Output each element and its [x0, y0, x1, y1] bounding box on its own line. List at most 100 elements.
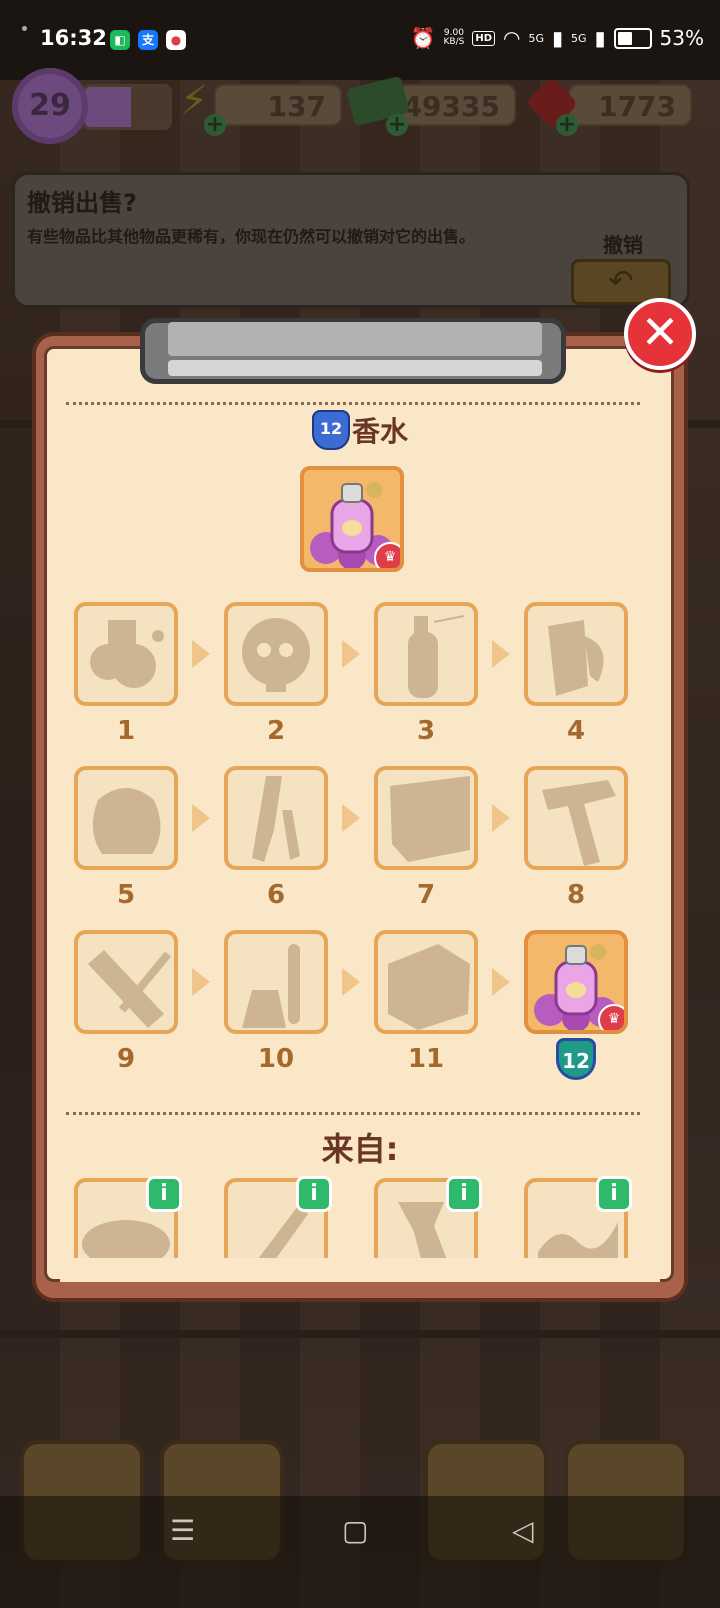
- chain-slot-4[interactable]: [524, 602, 628, 706]
- lightning-icon: ⚡: [180, 78, 209, 124]
- gems-counter[interactable]: 1773: [568, 84, 692, 126]
- divider: [66, 1112, 640, 1115]
- undo-arrow-icon: ↶: [608, 264, 634, 299]
- battery-icon: [613, 27, 652, 49]
- box-icon: [388, 944, 470, 1030]
- background-shelf: [0, 1330, 720, 1338]
- chevron-right-icon: [192, 968, 210, 996]
- chain-step-number: 11: [407, 1044, 445, 1074]
- item-preview[interactable]: ♛: [300, 466, 404, 572]
- chain-slot-10[interactable]: [224, 930, 328, 1034]
- player-level-badge[interactable]: 29: [12, 68, 88, 144]
- chain-step-number: 9: [116, 1044, 136, 1074]
- banner-title: 撤销出售?: [27, 189, 137, 217]
- undo-label: 撤销: [603, 233, 643, 257]
- back-nav-icon[interactable]: ◁: [512, 1514, 534, 1547]
- chain-slot-3[interactable]: [374, 602, 478, 706]
- hammer-icon: [542, 780, 616, 866]
- chain-step-number: 2: [266, 716, 286, 746]
- home-nav-icon[interactable]: ▢: [342, 1514, 368, 1547]
- item-name: 香水: [351, 415, 408, 448]
- xp-progress-fill: [85, 87, 132, 127]
- chain-slot-2[interactable]: [224, 602, 328, 706]
- hd-icon: HD: [472, 30, 495, 46]
- chevron-right-icon: [192, 640, 210, 668]
- map-pin-app-icon: ●: [166, 30, 186, 50]
- chain-slot-7[interactable]: [374, 766, 478, 870]
- clip-plate-shine: [168, 360, 542, 376]
- battery-percent: 53%: [659, 26, 704, 50]
- banner-description: 有些物品比其他物品更稀有，你现在仍然可以撤销对它的出售。: [27, 227, 476, 246]
- notification-dot: [22, 26, 27, 31]
- bottle-icon: [548, 620, 604, 696]
- add-energy-button[interactable]: +: [204, 114, 226, 136]
- brush-icon: [88, 950, 172, 1028]
- from-section-title: 来自:: [321, 1130, 399, 1168]
- info-button-2[interactable]: i: [296, 1176, 332, 1212]
- chain-step-number: 6: [266, 880, 286, 910]
- chain-step-number: 5: [116, 880, 136, 910]
- info-button-3[interactable]: i: [446, 1176, 482, 1212]
- spray-can-icon: [408, 615, 465, 698]
- chain-step-number: 10: [257, 1044, 295, 1074]
- net-speed-unit: KB/S: [443, 37, 465, 47]
- wifi-icon: ◠: [503, 26, 521, 50]
- info-button-1[interactable]: i: [146, 1176, 182, 1212]
- chevron-right-icon: [342, 968, 360, 996]
- final-level-shield: 12: [556, 1038, 596, 1080]
- crown-icon: ♛: [598, 1004, 624, 1030]
- net-speed: 9.00 KB/S: [444, 29, 465, 47]
- chain-step-number: 3: [416, 716, 436, 746]
- chain-step-number: 1: [116, 716, 136, 746]
- signal-5g-label: 5G: [528, 31, 544, 45]
- chevron-right-icon: [492, 640, 510, 668]
- cloth-icon: [390, 776, 470, 862]
- signal-5g-label-2: 5G: [571, 31, 587, 45]
- chevron-right-icon: [192, 804, 210, 832]
- item-title-row: 12 香水: [0, 410, 720, 450]
- cash-counter[interactable]: 49335: [398, 84, 516, 126]
- chevron-right-icon: [342, 640, 360, 668]
- skull-icon: [242, 618, 310, 692]
- signal-icon-2: ▮: [594, 26, 606, 50]
- cancel-sale-banner: 撤销出售? 有些物品比其他物品更稀有，你现在仍然可以撤销对它的出售。 撤销 ↶: [12, 172, 690, 308]
- alarm-icon: ⏰: [410, 26, 436, 50]
- signal-icon: ▮: [551, 26, 563, 50]
- chevron-right-icon: [492, 804, 510, 832]
- status-bar: 16:32 ◧ 支 ● ⏰ 9.00 KB/S HD ◠ 5G ▮ 5G ▮ 53%: [0, 0, 720, 80]
- close-button[interactable]: ✕: [624, 298, 696, 370]
- chevron-right-icon: [342, 804, 360, 832]
- chain-slot-11[interactable]: [374, 930, 478, 1034]
- bag-icon: [92, 788, 161, 854]
- flask-icon: [242, 944, 300, 1028]
- chain-slot-1[interactable]: [74, 602, 178, 706]
- chain-slot-final[interactable]: ♛: [524, 930, 628, 1034]
- crown-icon: ♛: [374, 542, 400, 568]
- item-level-shield: 12: [311, 410, 350, 450]
- menu-nav-icon[interactable]: ☰: [170, 1514, 195, 1547]
- scissors-icon: [252, 776, 300, 862]
- divider: [66, 402, 640, 405]
- add-gems-button[interactable]: +: [556, 114, 578, 136]
- close-icon: ✕: [640, 305, 680, 359]
- chain-step-number: 7: [416, 880, 436, 910]
- alipay-icon: 支: [138, 30, 158, 50]
- scroll-mask: [60, 1258, 660, 1282]
- xp-progress-bar: [82, 84, 172, 130]
- info-button-4[interactable]: i: [596, 1176, 632, 1212]
- flowers-icon: [90, 620, 164, 688]
- add-cash-button[interactable]: +: [386, 114, 408, 136]
- status-right-group: ⏰ 9.00 KB/S HD ◠ 5G ▮ 5G ▮ 53%: [411, 26, 704, 50]
- energy-counter[interactable]: 137: [214, 84, 342, 126]
- battery-fill: [617, 31, 632, 45]
- chain-slot-9[interactable]: [74, 930, 178, 1034]
- message-app-icon: ◧: [110, 30, 130, 50]
- chain-step-number: 4: [566, 716, 586, 746]
- system-nav-bar: [0, 1496, 720, 1608]
- chain-step-number: 8: [566, 880, 586, 910]
- status-time: 16:32: [40, 26, 107, 50]
- chain-slot-5[interactable]: [74, 766, 178, 870]
- clip-plate: [168, 322, 542, 356]
- chain-slot-6[interactable]: [224, 766, 328, 870]
- chain-slot-8[interactable]: [524, 766, 628, 870]
